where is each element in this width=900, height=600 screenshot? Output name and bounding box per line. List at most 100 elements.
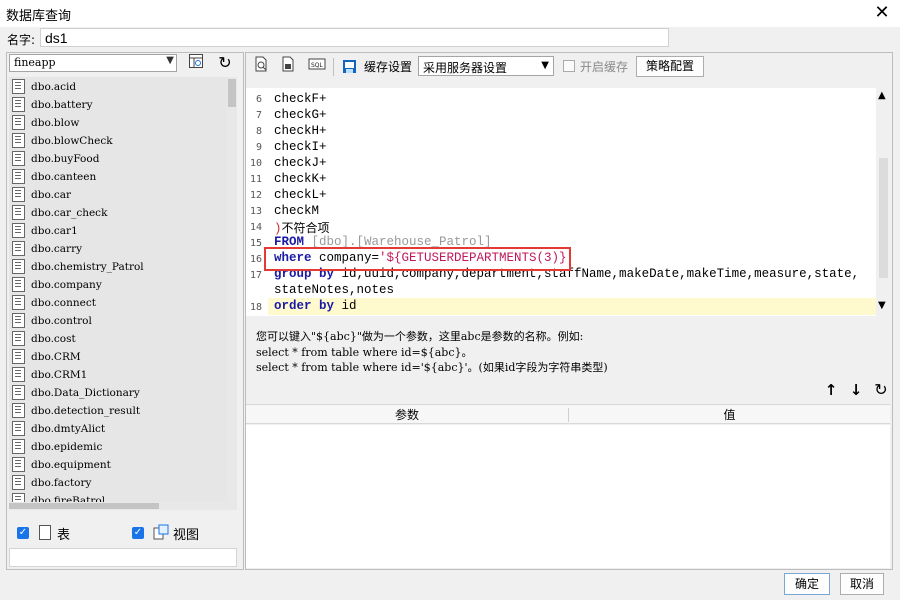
list-item[interactable]: dbo.chemistry_Patrol	[12, 258, 144, 276]
table-list-vscrollbar[interactable]	[227, 77, 237, 510]
code-line: )不符合项	[274, 221, 330, 236]
move-down-icon[interactable]: ↓	[845, 380, 867, 400]
move-up-icon[interactable]: ↑	[820, 380, 842, 400]
chevron-down-icon[interactable]: ▼	[878, 300, 886, 311]
scroll-thumb[interactable]	[228, 79, 236, 107]
table-icon	[12, 186, 25, 202]
chevron-up-icon[interactable]: ▲	[878, 90, 886, 101]
sql-format-icon[interactable]: SQL	[306, 56, 328, 76]
column-header-value[interactable]: 值	[569, 405, 890, 425]
table-icon	[12, 96, 25, 112]
list-item[interactable]: dbo.detection_result	[12, 402, 140, 420]
code-line: stateNotes,notes	[274, 283, 395, 297]
sql-file-icon[interactable]	[277, 56, 299, 76]
database-select[interactable]: fineapp ▼	[9, 54, 177, 72]
table-icon	[12, 456, 25, 472]
query-preview-icon[interactable]	[250, 56, 272, 76]
policy-config-button[interactable]: 策略配置	[636, 56, 704, 77]
table-icon	[12, 204, 25, 220]
table-filter-input[interactable]	[9, 548, 237, 567]
params-table-body[interactable]	[246, 425, 890, 568]
table-icon	[12, 348, 25, 364]
list-item[interactable]: dbo.carry	[12, 240, 82, 258]
param-hint-line: select * from table where id='${abc}'。(如…	[256, 361, 608, 374]
list-item[interactable]: dbo.epidemic	[12, 438, 102, 456]
line-number: 10	[249, 158, 262, 169]
table-icon	[12, 294, 25, 310]
ok-button[interactable]: 确定	[784, 573, 830, 595]
table-icon	[12, 402, 25, 418]
show-tables-checkbox[interactable]: ✓	[17, 527, 29, 539]
line-number: 16	[249, 254, 262, 265]
name-input[interactable]: ds1	[40, 28, 669, 47]
param-hint-line: 您可以键入"${abc}"做为一个参数，这里abc是参数的名称。例如:	[256, 330, 584, 343]
close-icon[interactable]: ✕	[872, 3, 892, 23]
code-line: checkI+	[274, 140, 327, 154]
list-item[interactable]: dbo.battery	[12, 96, 93, 114]
cache-settings-label: 缓存设置	[364, 60, 413, 74]
sql-editor[interactable]: 6 7 8 9 10 11 12 13 14 15 16 17 18 check…	[246, 88, 876, 316]
editor-vscrollbar[interactable]: ▲ ▼	[876, 88, 891, 316]
code-line: checkM	[274, 204, 320, 218]
list-item[interactable]: dbo.blowCheck	[12, 132, 113, 150]
table-list[interactable]: dbo.acid dbo.battery dbo.blow dbo.blowCh…	[9, 77, 227, 510]
table-icon	[12, 150, 25, 166]
list-item[interactable]: dbo.CRM1	[12, 366, 87, 384]
list-item[interactable]: dbo.CRM	[12, 348, 81, 366]
list-item[interactable]: dbo.canteen	[12, 168, 96, 186]
database-select-value: fineapp	[14, 56, 56, 69]
code-line: checkL+	[274, 188, 327, 202]
list-item[interactable]: dbo.equipment	[12, 456, 111, 474]
line-number: 9	[255, 142, 262, 153]
chevron-down-icon: ▼	[541, 60, 549, 71]
table-icon	[12, 474, 25, 490]
code-line: checkJ+	[274, 156, 327, 170]
list-item[interactable]: dbo.control	[12, 312, 92, 330]
line-number: 7	[255, 110, 262, 121]
table-icon	[12, 438, 25, 454]
svg-text:SQL: SQL	[311, 62, 324, 69]
title-bar	[0, 0, 900, 27]
table-icon	[12, 132, 25, 148]
line-number: 8	[255, 126, 262, 137]
table-icon	[39, 525, 51, 540]
refresh-params-icon[interactable]: ↻	[870, 380, 892, 400]
table-icon	[12, 240, 25, 256]
table-list-hscrollbar[interactable]	[9, 502, 227, 510]
list-item[interactable]: dbo.company	[12, 276, 102, 294]
code-line: checkF+	[274, 92, 327, 106]
scroll-thumb[interactable]	[9, 503, 159, 509]
cancel-button[interactable]: 取消	[840, 573, 884, 595]
list-item[interactable]: dbo.blow	[12, 114, 79, 132]
list-item[interactable]: dbo.dmtyAlict	[12, 420, 105, 438]
enable-cache-label: 开启缓存	[580, 60, 629, 74]
table-icon	[12, 366, 25, 382]
table-icon	[12, 258, 25, 274]
list-item[interactable]: dbo.Data_Dictionary	[12, 384, 140, 402]
list-item[interactable]: dbo.factory	[12, 474, 91, 492]
list-item[interactable]: dbo.buyFood	[12, 150, 99, 168]
scroll-thumb[interactable]	[879, 158, 888, 278]
line-number: 18	[249, 302, 262, 313]
window-title: 数据库查询	[6, 9, 72, 24]
enable-cache-checkbox[interactable]	[563, 60, 575, 72]
line-number: 11	[249, 174, 262, 185]
list-item[interactable]: dbo.car	[12, 186, 71, 204]
list-item[interactable]: dbo.car_check	[12, 204, 107, 222]
table-icon	[12, 114, 25, 130]
show-views-checkbox[interactable]: ✓	[132, 527, 144, 539]
show-tables-label: 表	[57, 528, 71, 543]
current-line-highlight	[268, 298, 876, 315]
refresh-icon[interactable]: ↻	[214, 53, 236, 73]
list-item[interactable]: dbo.car1	[12, 222, 78, 240]
code-line: checkH+	[274, 124, 327, 138]
line-number: 6	[255, 94, 262, 105]
list-item[interactable]: dbo.connect	[12, 294, 96, 312]
list-item[interactable]: dbo.acid	[12, 78, 76, 96]
preview-table-icon[interactable]	[185, 53, 207, 73]
line-gutter: 6 7 8 9 10 11 12 13 14 15 16 17 18	[246, 88, 268, 316]
list-item[interactable]: dbo.cost	[12, 330, 76, 348]
toolbar-divider	[333, 58, 334, 76]
column-header-param[interactable]: 参数	[246, 405, 568, 425]
cache-settings-select[interactable]: 采用服务器设置 ▼	[418, 56, 554, 76]
